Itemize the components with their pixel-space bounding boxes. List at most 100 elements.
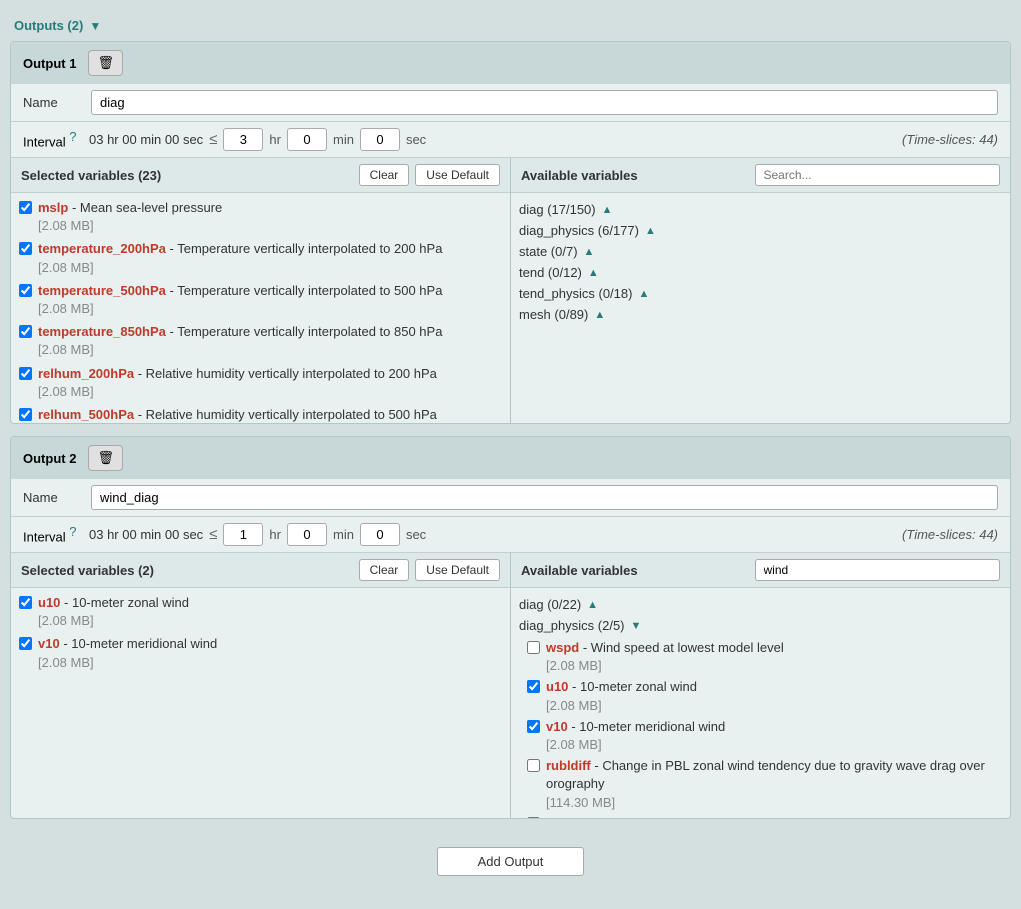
group-expand-icon: ▲ xyxy=(588,267,599,279)
var-checkbox[interactable] xyxy=(19,284,32,297)
avail-group-header[interactable]: tend_physics (0/18)▲ xyxy=(519,283,1002,304)
output-1-available-header: Available variables xyxy=(511,158,1010,193)
output-1-time-slices: (Time-slices: 44) xyxy=(902,132,998,147)
avail-var-item: wspd - Wind speed at lowest model level … xyxy=(527,639,1002,675)
avail-var-checkbox[interactable] xyxy=(527,720,540,733)
output-2-interval-row: Interval ? 03 hr 00 min 00 sec ≤ hr min … xyxy=(11,517,1010,553)
avail-var-checkbox[interactable] xyxy=(527,759,540,772)
avail-group-header[interactable]: state (0/7)▲ xyxy=(519,241,1002,262)
var-name: temperature_200hPa xyxy=(38,241,166,256)
avail-group-name: diag_physics (6/177) xyxy=(519,223,639,238)
output-1-sec-input[interactable] xyxy=(360,128,400,151)
output-2-sec-input[interactable] xyxy=(360,523,400,546)
output-2-selected-vars-list: u10 - 10-meter zonal wind [2.08 MB]v10 -… xyxy=(11,588,510,683)
avail-group-header[interactable]: diag_physics (2/5)▼ xyxy=(519,615,1002,636)
output-1-use-default-button[interactable]: Use Default xyxy=(415,164,500,186)
avail-group-name: tend_physics (0/18) xyxy=(519,286,632,301)
avail-var-name: rvbldiff xyxy=(546,816,590,818)
output-2-hr-unit: hr xyxy=(269,527,281,542)
output-1-min-unit: min xyxy=(333,132,354,147)
group-expand-icon: ▲ xyxy=(584,246,595,258)
avail-var-checkbox[interactable] xyxy=(527,641,540,654)
avail-var-desc: - 10-meter meridional wind xyxy=(568,719,726,734)
avail-var-name: rubldiff xyxy=(546,758,591,773)
avail-group-header[interactable]: tend (0/12) ▲ xyxy=(519,262,1002,283)
outputs-title: Outputs (2) xyxy=(14,18,83,33)
output-2-name-label: Name xyxy=(23,490,83,505)
avail-var-item: rvbldiff - Change in PBL meridional wind… xyxy=(527,815,1002,818)
var-desc: - Relative humidity vertically interpola… xyxy=(134,366,437,381)
var-checkbox[interactable] xyxy=(19,367,32,380)
avail-var-name: wspd xyxy=(546,640,579,655)
output-2-header: Output 2 🗑 xyxy=(11,437,1010,479)
output-1-variables-section: Selected variables (23) Clear Use Defaul… xyxy=(11,158,1010,423)
output-2-interval-help[interactable]: ? xyxy=(69,524,76,539)
output-1-selected-variables: Selected variables (23) Clear Use Defaul… xyxy=(11,158,511,423)
avail-var-desc: - Change in PBL zonal wind tendency due … xyxy=(546,758,985,791)
var-checkbox[interactable] xyxy=(19,408,32,421)
avail-group-header[interactable]: diag_physics (6/177) ▲ xyxy=(519,220,1002,241)
avail-var-desc: - 10-meter zonal wind xyxy=(568,679,697,694)
output-1-clear-button[interactable]: Clear xyxy=(359,164,410,186)
output-2-hr-input[interactable] xyxy=(223,523,263,546)
output-2-clear-button[interactable]: Clear xyxy=(359,559,410,581)
var-checkbox[interactable] xyxy=(19,325,32,338)
avail-group-header[interactable]: mesh (0/89)▲ xyxy=(519,304,1002,325)
output-1-search-input[interactable] xyxy=(755,164,1001,186)
avail-var-checkbox[interactable] xyxy=(527,817,540,818)
group-expand-icon: ▲ xyxy=(645,225,656,237)
output-1-delete-button[interactable]: 🗑 xyxy=(88,50,123,76)
var-desc: - Mean sea-level pressure xyxy=(68,200,222,215)
avail-group-header[interactable]: diag (0/22)▲ xyxy=(519,594,1002,615)
selected-var-item: relhum_500hPa - Relative humidity vertic… xyxy=(19,406,502,423)
add-output-button[interactable]: Add Output xyxy=(437,847,585,876)
var-size: [2.08 MB] xyxy=(38,384,94,399)
output-2-interval-label: Interval ? xyxy=(23,524,83,544)
output-1-selected-title: Selected variables (23) xyxy=(21,168,353,183)
output-2-delete-button[interactable]: 🗑 xyxy=(88,445,123,471)
selected-var-item: relhum_200hPa - Relative humidity vertic… xyxy=(19,365,502,401)
output-2-min-input[interactable] xyxy=(287,523,327,546)
avail-var-item: rubldiff - Change in PBL zonal wind tend… xyxy=(527,757,1002,812)
var-checkbox[interactable] xyxy=(19,637,32,650)
group-expand-icon: ▲ xyxy=(594,309,605,321)
var-name: temperature_500hPa xyxy=(38,283,166,298)
output-2-available-header: Available variables xyxy=(511,553,1010,588)
avail-var-size: [114.30 MB] xyxy=(546,795,615,810)
var-size: [2.08 MB] xyxy=(38,613,94,628)
var-desc: - Relative humidity vertically interpola… xyxy=(134,407,437,422)
output-1-hr-input[interactable] xyxy=(223,128,263,151)
output-1-selected-vars-list: mslp - Mean sea-level pressure [2.08 MB]… xyxy=(11,193,510,423)
output-1-name-input[interactable] xyxy=(91,90,998,115)
output-2-available-variables: Available variables diag (0/22)▲diag_phy… xyxy=(511,553,1010,818)
avail-var-desc: - Wind speed at lowest model level xyxy=(579,640,783,655)
avail-group-name: tend (0/12) xyxy=(519,265,582,280)
output-1-interval-help[interactable]: ? xyxy=(69,129,76,144)
output-1-min-input[interactable] xyxy=(287,128,327,151)
var-name: temperature_850hPa xyxy=(38,324,166,339)
var-checkbox[interactable] xyxy=(19,242,32,255)
output-2-name-input[interactable] xyxy=(91,485,998,510)
avail-var-size: [2.08 MB] xyxy=(546,698,602,713)
var-desc: - 10-meter zonal wind xyxy=(60,595,189,610)
avail-var-size: [2.08 MB] xyxy=(546,658,602,673)
var-name: v10 xyxy=(38,636,60,651)
avail-group-name: diag_physics (2/5) xyxy=(519,618,625,633)
avail-group-header[interactable]: diag (17/150)▲ xyxy=(519,199,1002,220)
var-checkbox[interactable] xyxy=(19,201,32,214)
output-2-selected-title: Selected variables (2) xyxy=(21,563,353,578)
selected-var-item: mslp - Mean sea-level pressure [2.08 MB] xyxy=(19,199,502,235)
output-1-name-row: Name xyxy=(11,84,1010,122)
var-name: u10 xyxy=(38,595,60,610)
output-2-block: Output 2 🗑 Name Interval ? 03 hr 00 min … xyxy=(10,436,1011,819)
outputs-header[interactable]: Outputs (2) ▼ xyxy=(10,10,1011,41)
output-2-search-input[interactable] xyxy=(755,559,1001,581)
var-checkbox[interactable] xyxy=(19,596,32,609)
avail-var-checkbox[interactable] xyxy=(527,680,540,693)
outputs-chevron: ▼ xyxy=(89,19,101,33)
output-1-sec-unit: sec xyxy=(406,132,426,147)
output-2-avail-groups-list: diag (0/22)▲diag_physics (2/5)▼ wspd - Wi… xyxy=(511,588,1010,818)
output-2-use-default-button[interactable]: Use Default xyxy=(415,559,500,581)
output-2-interval-lte: ≤ xyxy=(209,526,217,543)
output-1-available-title: Available variables xyxy=(521,168,749,183)
